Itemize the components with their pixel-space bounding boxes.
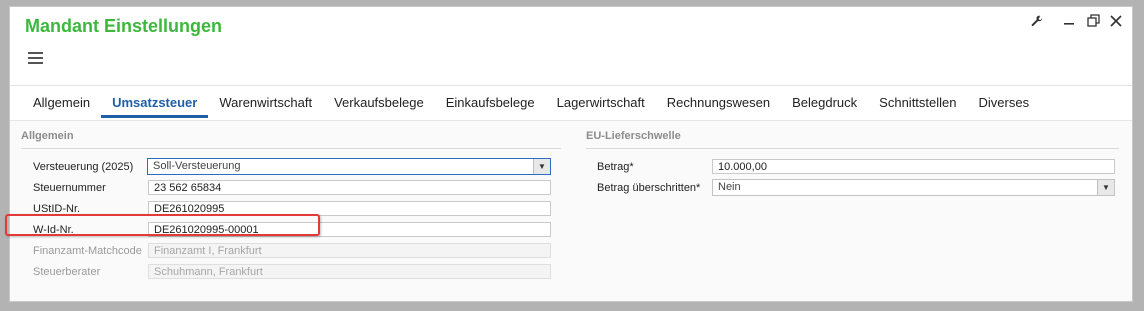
tab-warenwirtschaft[interactable]: Warenwirtschaft bbox=[208, 95, 323, 118]
finanzamt-field bbox=[148, 243, 551, 258]
section-divider bbox=[21, 148, 561, 149]
betrag-field[interactable] bbox=[712, 159, 1115, 174]
tab-einkaufsbelege[interactable]: Einkaufsbelege bbox=[435, 95, 546, 118]
steuernummer-field[interactable] bbox=[148, 180, 551, 195]
divider bbox=[10, 85, 1132, 86]
close-icon[interactable] bbox=[1110, 14, 1122, 30]
betrag-ueberschritten-label: Betrag überschritten* bbox=[597, 182, 701, 194]
betrag-ueberschritten-value: Nein bbox=[718, 181, 741, 193]
wrench-icon[interactable] bbox=[1030, 14, 1044, 31]
settings-window: Mandant Einstellungen Allgemein Umsatzst… bbox=[9, 6, 1133, 302]
minimize-icon[interactable] bbox=[1063, 11, 1075, 28]
finanzamt-label: Finanzamt-Matchcode bbox=[33, 245, 142, 257]
section-title-allgemein: Allgemein bbox=[21, 130, 74, 142]
betrag-label: Betrag* bbox=[597, 161, 634, 173]
tab-bar: Allgemein Umsatzsteuer Warenwirtschaft V… bbox=[22, 95, 1040, 118]
steuernummer-label: Steuernummer bbox=[33, 182, 106, 194]
versteuerung-select[interactable]: Soll-Versteuerung ▼ bbox=[147, 158, 551, 175]
chevron-down-icon[interactable]: ▼ bbox=[1097, 180, 1114, 195]
window-title: Mandant Einstellungen bbox=[25, 16, 223, 36]
section-divider bbox=[586, 148, 1119, 149]
versteuerung-label: Versteuerung (2025) bbox=[33, 161, 134, 173]
section-title-eu-lieferschwelle: EU-Lieferschwelle bbox=[586, 130, 681, 142]
tab-lagerwirtschaft[interactable]: Lagerwirtschaft bbox=[546, 95, 656, 118]
tab-belegdruck[interactable]: Belegdruck bbox=[781, 95, 868, 118]
highlight-box bbox=[5, 214, 320, 236]
tab-content: Allgemein Versteuerung (2025) Soll-Verst… bbox=[10, 121, 1132, 301]
tab-umsatzsteuer[interactable]: Umsatzsteuer bbox=[101, 95, 209, 118]
steuerberater-field bbox=[148, 264, 551, 279]
steuerberater-label: Steuerberater bbox=[33, 266, 101, 278]
chevron-down-icon[interactable]: ▼ bbox=[533, 159, 550, 174]
hamburger-menu-icon[interactable] bbox=[28, 52, 43, 65]
tab-diverses[interactable]: Diverses bbox=[968, 95, 1041, 118]
tab-schnittstellen[interactable]: Schnittstellen bbox=[868, 95, 967, 118]
betrag-ueberschritten-select[interactable]: Nein ▼ bbox=[712, 179, 1115, 196]
restore-icon[interactable] bbox=[1087, 14, 1100, 30]
tab-verkaufsbelege[interactable]: Verkaufsbelege bbox=[323, 95, 435, 118]
tab-allgemein[interactable]: Allgemein bbox=[22, 95, 101, 118]
versteuerung-value: Soll-Versteuerung bbox=[153, 160, 241, 172]
tab-rechnungswesen[interactable]: Rechnungswesen bbox=[656, 95, 781, 118]
